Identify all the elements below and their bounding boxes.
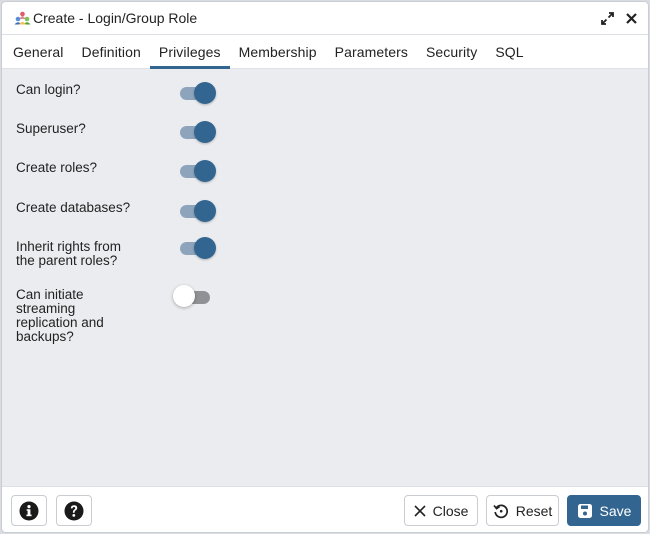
superuser-label: Superuser?	[16, 121, 86, 136]
reset-icon	[493, 504, 508, 518]
close-icon	[625, 12, 637, 24]
privilege-row-can-login: Can login?	[16, 82, 216, 104]
privileges-panel: Can login? Superuser? Create roles? Crea…	[2, 69, 648, 486]
tab-security[interactable]: Security	[417, 35, 486, 68]
tab-privileges[interactable]: Privileges	[149, 35, 230, 69]
tab-bar: General Definition Privileges Membership…	[2, 35, 648, 69]
tab-membership[interactable]: Membership	[230, 35, 326, 68]
save-icon	[577, 503, 592, 518]
dialog-titlebar[interactable]: Create - Login/Group Role	[2, 2, 648, 35]
create-roles-label: Create roles?	[16, 160, 98, 175]
info-circle-icon	[19, 501, 39, 520]
close-button-label: Close	[432, 502, 469, 519]
close-button[interactable]: Close	[404, 495, 478, 526]
close-icon	[414, 504, 426, 517]
privilege-row-inherit: Inherit rights from the parent roles?	[16, 237, 216, 268]
reset-button-label: Reset	[515, 502, 553, 519]
help-button[interactable]	[56, 495, 92, 526]
can-login-label: Can login?	[16, 82, 81, 97]
expand-arrows-icon	[600, 11, 614, 25]
tab-general[interactable]: General	[4, 35, 73, 68]
privilege-row-superuser: Superuser?	[16, 121, 216, 143]
tab-sql[interactable]: SQL	[486, 35, 532, 68]
create-login-group-role-dialog: Create - Login/Group Role General Defini…	[1, 1, 649, 533]
tab-parameters[interactable]: Parameters	[326, 35, 417, 68]
save-button-label: Save	[599, 502, 632, 519]
privilege-row-create-roles: Create roles?	[16, 160, 216, 182]
inherit-rights-label: Inherit rights from the parent roles?	[16, 239, 122, 268]
login-group-role-icon	[14, 11, 31, 25]
privilege-row-replication: Can initiate streaming replication and b…	[16, 285, 216, 344]
create-databases-label: Create databases?	[16, 200, 131, 215]
question-circle-icon	[64, 501, 84, 520]
dialog-footer: Close Reset Save	[2, 486, 648, 532]
reset-button[interactable]: Reset	[486, 495, 559, 526]
tab-definition[interactable]: Definition	[73, 35, 150, 68]
maximize-button[interactable]	[600, 10, 614, 26]
close-dialog-button[interactable]	[624, 10, 638, 26]
save-button[interactable]: Save	[567, 495, 641, 526]
info-button[interactable]	[11, 495, 47, 526]
dialog-title: Create - Login/Group Role	[33, 10, 198, 26]
privilege-row-create-databases: Create databases?	[16, 200, 216, 222]
replication-label: Can initiate streaming replication and b…	[16, 287, 104, 344]
